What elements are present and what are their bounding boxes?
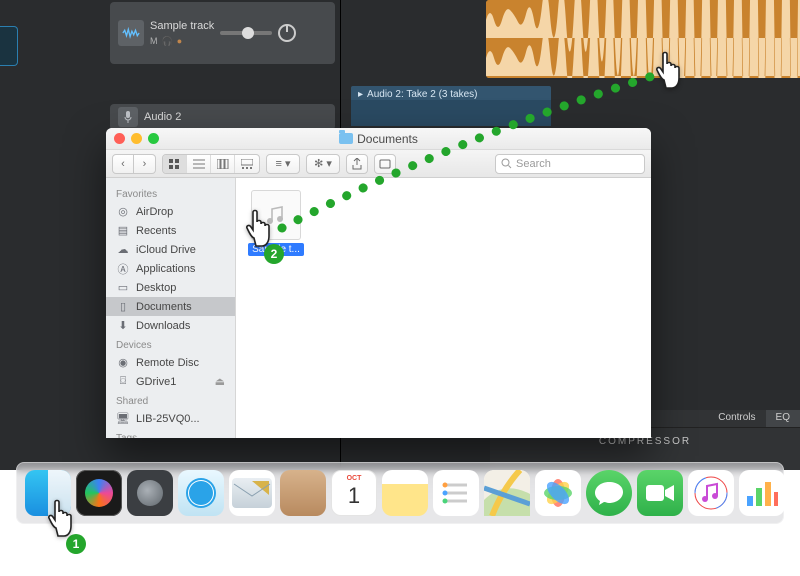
sidebar-item-airdrop[interactable]: ◎AirDrop (106, 202, 235, 221)
sidebar-item-icloud[interactable]: ☁iCloud Drive (106, 240, 235, 259)
cursor-annotation-2 (240, 200, 284, 250)
finder-sidebar: Favorites ◎AirDrop ▤Recents ☁iCloud Driv… (106, 178, 236, 438)
hdd-icon: ⌼ (116, 375, 130, 389)
dock-itunes-icon[interactable] (688, 470, 734, 516)
cursor-annotation-1 (42, 490, 86, 540)
back-button[interactable]: ‹ (112, 154, 134, 174)
dock-facetime-icon[interactable] (637, 470, 683, 516)
volume-slider[interactable] (220, 31, 272, 35)
dock-reminders-icon[interactable] (433, 470, 479, 516)
record-icon[interactable]: ● (177, 36, 182, 47)
dock-contacts-icon[interactable] (280, 470, 326, 516)
track-header-area: Sample track M 🎧 ● Audio 2 (110, 0, 335, 132)
list-view-button[interactable] (187, 155, 211, 173)
track-row[interactable]: Sample track M 🎧 ● (110, 2, 335, 64)
cloud-icon: ☁ (116, 243, 130, 257)
dock-calendar-icon[interactable]: OCT1 (331, 470, 377, 516)
dock: OCT1 (16, 462, 784, 524)
forward-button[interactable]: › (134, 154, 156, 174)
icon-view-button[interactable] (163, 155, 187, 173)
window-title: Documents (339, 132, 418, 146)
dock-numbers-icon[interactable] (739, 470, 785, 516)
dock-launchpad-icon[interactable] (127, 470, 173, 516)
sidebar-heading: Devices (106, 335, 235, 353)
zoom-button[interactable] (148, 133, 159, 144)
arrange-dropdown[interactable]: ≡ ▾ (266, 154, 300, 174)
column-view-button[interactable] (211, 155, 235, 173)
sidebar-item-shared-pc[interactable]: 🖥LIB-25VQ0... (106, 409, 235, 428)
sidebar-heading: Shared (106, 391, 235, 409)
gallery-view-button[interactable] (235, 155, 259, 173)
sidebar-item-desktop[interactable]: ▭Desktop (106, 278, 235, 297)
track-row[interactable]: Audio 2 (110, 104, 335, 130)
pan-knob[interactable] (278, 24, 296, 42)
dock-messages-icon[interactable] (586, 470, 632, 516)
documents-icon: ▯ (116, 300, 130, 314)
search-icon (501, 158, 512, 169)
solo-icon[interactable]: 🎧 (162, 36, 173, 47)
eject-icon[interactable]: ⏏ (215, 375, 225, 388)
finder-window: Documents ‹ › ≡ ▾ ✻ ▾ Search Favorites ◎… (106, 128, 651, 438)
sidebar-item-documents[interactable]: ▯Documents (106, 297, 235, 316)
mute-icon[interactable]: M (150, 36, 158, 47)
share-button[interactable] (346, 154, 368, 174)
mic-icon (118, 107, 138, 127)
apps-icon: Ⓐ (116, 262, 130, 276)
pc-icon: 🖥 (116, 412, 130, 426)
sidebar-item-gdrive[interactable]: ⌼GDrive1⏏ (106, 372, 235, 391)
dock-safari-icon[interactable] (178, 470, 224, 516)
tab-controls[interactable]: Controls (708, 410, 765, 427)
disc-icon: ◉ (116, 356, 130, 370)
finder-titlebar[interactable]: Documents (106, 128, 651, 150)
track-name: Sample track (150, 20, 214, 32)
downloads-icon: ⬇ (116, 319, 130, 333)
sidebar-item-applications[interactable]: ⒶApplications (106, 259, 235, 278)
audio-region[interactable] (486, 0, 800, 78)
sidebar-item-remotedisc[interactable]: ◉Remote Disc (106, 353, 235, 372)
airdrop-icon: ◎ (116, 205, 130, 219)
search-input[interactable]: Search (495, 154, 645, 174)
sidebar-heading: Tags (106, 428, 235, 438)
sidebar-item-downloads[interactable]: ⬇Downloads (106, 316, 235, 335)
track-name: Audio 2 (144, 111, 181, 123)
close-button[interactable] (114, 133, 125, 144)
sidebar-heading: Favorites (106, 184, 235, 202)
finder-content[interactable]: Sample t... (236, 178, 651, 438)
finder-toolbar: ‹ › ≡ ▾ ✻ ▾ Search (106, 150, 651, 178)
folder-icon (339, 133, 353, 144)
recents-icon: ▤ (116, 224, 130, 238)
dock-photos-icon[interactable] (535, 470, 581, 516)
sidebar-item-recents[interactable]: ▤Recents (106, 221, 235, 240)
dock-notes-icon[interactable] (382, 470, 428, 516)
waveform-icon (118, 20, 144, 46)
tab-eq[interactable]: EQ (766, 410, 800, 427)
daw-library-tab[interactable] (0, 26, 18, 66)
tags-button[interactable] (374, 154, 396, 174)
cursor-annotation-drag-target (650, 42, 694, 92)
desktop-icon: ▭ (116, 281, 130, 295)
view-mode-segment[interactable] (162, 154, 260, 174)
dock-mail-icon[interactable] (229, 470, 275, 516)
take-folder-body[interactable] (351, 100, 551, 126)
dock-maps-icon[interactable] (484, 470, 530, 516)
action-dropdown[interactable]: ✻ ▾ (306, 154, 340, 174)
minimize-button[interactable] (131, 133, 142, 144)
search-placeholder: Search (516, 158, 551, 170)
